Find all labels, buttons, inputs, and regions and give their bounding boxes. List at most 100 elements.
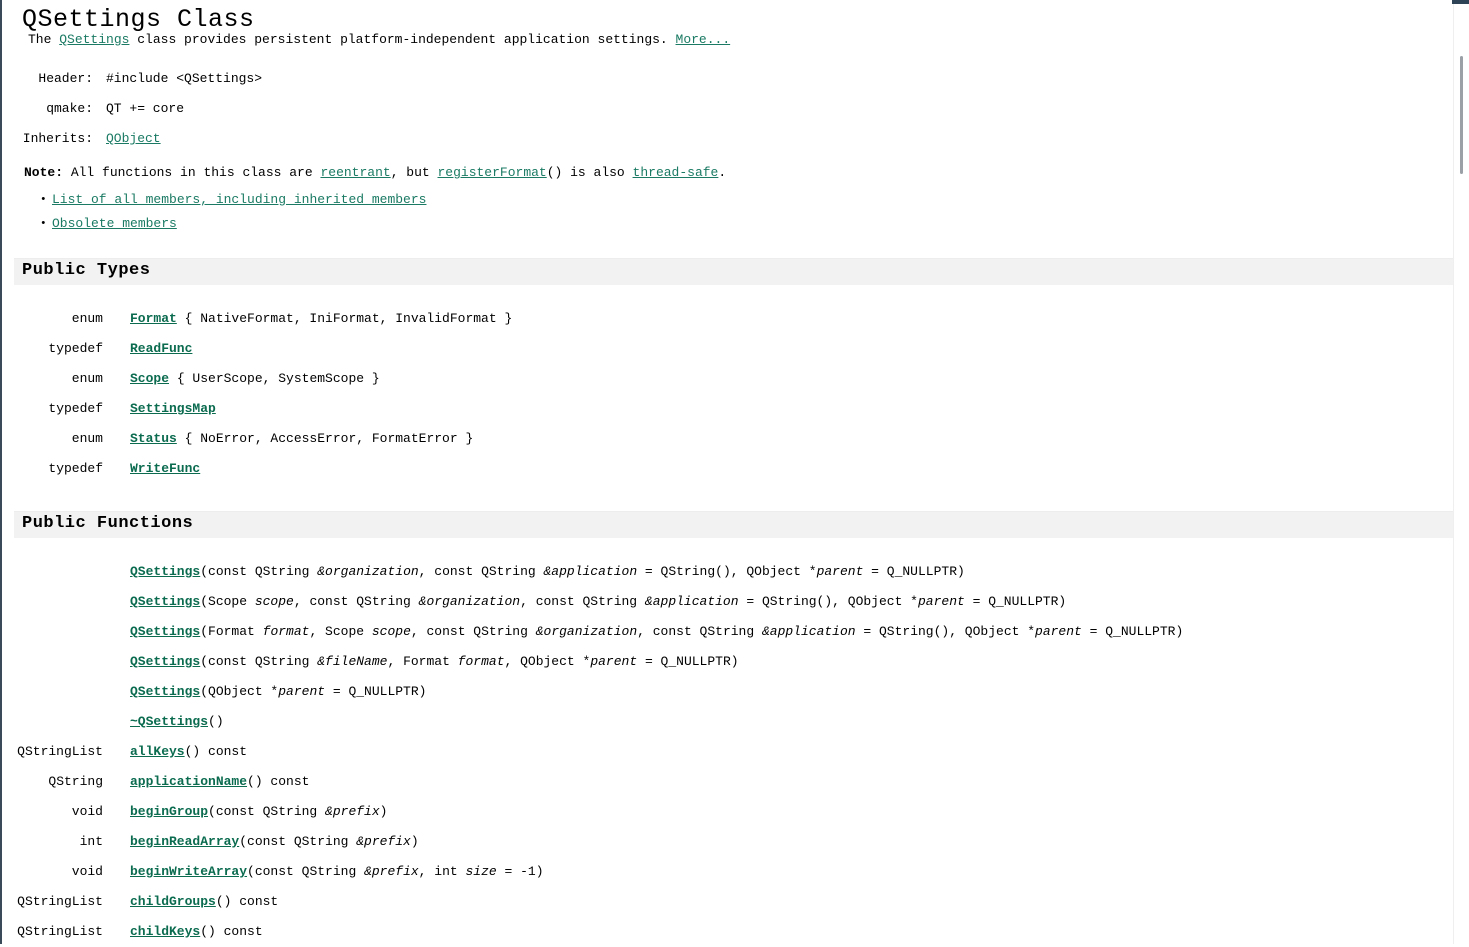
type-link-scope[interactable]: Scope (130, 371, 169, 386)
vertical-scrollbar-thumb[interactable] (1460, 56, 1463, 174)
public-types-table: enum Format { NativeFormat, IniFormat, I… (2, 304, 512, 484)
brief-text: class provides persistent platform-indep… (129, 32, 676, 47)
signature-text: () const (215, 894, 279, 909)
function-signature: childKeys() const (103, 917, 1183, 947)
signature-text: (const QString (247, 864, 365, 879)
meta-row-qmake: qmake: QT += core (2, 94, 262, 124)
type-kind: typedef (48, 341, 103, 356)
function-return-type (2, 617, 103, 647)
page-title: QSettings Class (22, 4, 255, 34)
table-row: QStringList childKeys() const (2, 917, 1183, 947)
function-link-childgroups[interactable]: childGroups (130, 894, 216, 909)
note-label: Note: (24, 165, 64, 180)
signature-text: , QObject * (504, 654, 591, 669)
function-return-type (2, 647, 103, 677)
all-members-link[interactable]: List of all members, including inherited… (52, 192, 426, 207)
list-item[interactable]: List of all members, including inherited… (24, 188, 426, 212)
function-link-beginwritearray[interactable]: beginWriteArray (130, 864, 247, 879)
type-detail: { NativeFormat, IniFormat, InvalidFormat… (176, 311, 513, 326)
signature-text: , int (418, 864, 466, 879)
table-row: enum Format { NativeFormat, IniFormat, I… (2, 304, 513, 334)
function-link-qsettings[interactable]: QSettings (130, 564, 200, 579)
section-title-public-types: Public Types (22, 261, 151, 280)
function-parameter: &application (543, 564, 638, 579)
qobject-link[interactable]: QObject (106, 131, 161, 146)
thread-safety-note: Note: All functions in this class are re… (24, 164, 726, 182)
signature-text: = QString(), QObject * (738, 594, 918, 609)
table-row: typedef ReadFunc (2, 334, 512, 364)
type-signature: WriteFunc (103, 454, 512, 484)
type-kind: enum (71, 371, 103, 386)
function-link-qsettings[interactable]: ~QSettings (130, 714, 208, 729)
table-row: QSettings(const QString &organization, c… (2, 557, 1183, 587)
function-return-type: QStringList (17, 924, 103, 939)
function-parameter: parent (278, 684, 326, 699)
type-kind: typedef (48, 461, 103, 476)
function-return-type: int (79, 834, 103, 849)
meta-label-inherits: Inherits: (22, 131, 93, 146)
function-parameter: &application (761, 624, 856, 639)
function-link-childkeys[interactable]: childKeys (130, 924, 200, 939)
qsettings-class-link[interactable]: QSettings (59, 32, 129, 47)
table-row: QSettings(QObject *parent = Q_NULLPTR) (2, 677, 1183, 707)
more-link[interactable]: More... (676, 32, 731, 47)
function-parameter: &organization (317, 564, 419, 579)
function-signature: QSettings(QObject *parent = Q_NULLPTR) (103, 677, 1183, 707)
function-parameter: parent (590, 654, 638, 669)
meta-value-inherits: QObject (93, 124, 262, 154)
function-parameter: format (457, 654, 505, 669)
function-parameter: &prefix (356, 834, 411, 849)
meta-row-header: Header: #include <QSettings> (2, 64, 262, 94)
function-signature: QSettings(const QString &organization, c… (103, 557, 1183, 587)
type-link-format[interactable]: Format (130, 311, 177, 326)
function-link-qsettings[interactable]: QSettings (130, 624, 200, 639)
vertical-scrollbar[interactable] (1453, 4, 1469, 944)
type-link-settingsmap[interactable]: SettingsMap (130, 401, 216, 416)
signature-text: (const QString (208, 804, 326, 819)
signature-text: (Format (200, 624, 263, 639)
function-parameter: &prefix (364, 864, 419, 879)
section-header-public-types: Public Types (14, 258, 1454, 285)
reentrant-link[interactable]: reentrant (320, 165, 390, 180)
documentation-page: QSettings Class The QSettings class prov… (2, 0, 1454, 947)
section-title-public-functions: Public Functions (22, 514, 194, 533)
list-item[interactable]: Obsolete members (24, 212, 426, 236)
function-signature: QSettings(Scope scope, const QString &or… (103, 587, 1183, 617)
table-row: enum Status { NoError, AccessError, Form… (2, 424, 512, 454)
function-parameter: &organization (535, 624, 638, 639)
meta-row-inherits: Inherits: QObject (2, 124, 262, 154)
thread-safe-link[interactable]: thread-safe (633, 165, 719, 180)
signature-text: = Q_NULLPTR) (1081, 624, 1184, 639)
signature-text: (const QString (200, 654, 318, 669)
function-signature: QSettings(Format format, Scope scope, co… (103, 617, 1183, 647)
note-part-4: . (718, 165, 727, 180)
obsolete-members-link[interactable]: Obsolete members (52, 216, 177, 231)
meta-label-qmake: qmake: (46, 101, 93, 116)
signature-text: , const QString (520, 594, 645, 609)
function-link-qsettings[interactable]: QSettings (130, 684, 200, 699)
function-link-qsettings[interactable]: QSettings (130, 594, 200, 609)
member-links-list: List of all members, including inherited… (24, 188, 426, 236)
type-link-writefunc[interactable]: WriteFunc (130, 461, 200, 476)
signature-text: (Scope (200, 594, 255, 609)
function-link-beginreadarray[interactable]: beginReadArray (130, 834, 239, 849)
signature-text: (const QString (239, 834, 357, 849)
function-link-qsettings[interactable]: QSettings (130, 654, 200, 669)
function-return-type (2, 677, 103, 707)
type-detail: { UserScope, SystemScope } (169, 371, 380, 386)
function-return-type: QString (48, 774, 103, 789)
function-link-applicationname[interactable]: applicationName (130, 774, 247, 789)
meta-label-header: Header: (38, 71, 93, 86)
type-signature: Format { NativeFormat, IniFormat, Invali… (103, 304, 512, 334)
type-link-readfunc[interactable]: ReadFunc (130, 341, 192, 356)
type-link-status[interactable]: Status (130, 431, 177, 446)
public-functions-table: QSettings(const QString &organization, c… (2, 557, 1183, 947)
function-parameter: &prefix (325, 804, 380, 819)
table-row: ~QSettings() (2, 707, 1183, 737)
signature-text: , const QString (418, 564, 544, 579)
table-row: typedef SettingsMap (2, 394, 512, 424)
function-parameter: scope (371, 624, 411, 639)
function-link-begingroup[interactable]: beginGroup (130, 804, 208, 819)
register-format-link[interactable]: registerFormat (438, 165, 547, 180)
function-link-allkeys[interactable]: allKeys (130, 744, 185, 759)
